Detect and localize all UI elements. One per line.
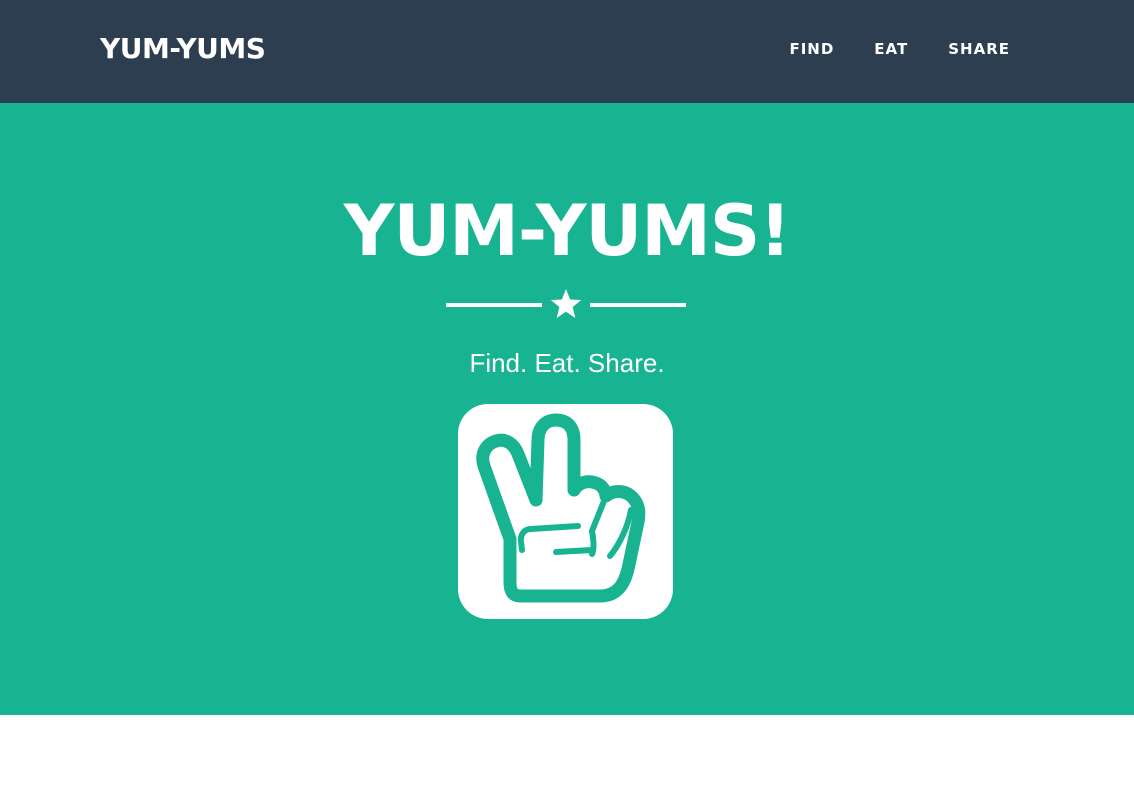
logo-tile — [458, 404, 673, 619]
nav-link-find[interactable]: FIND — [789, 38, 834, 60]
hero-tagline: Find. Eat. Share. — [469, 348, 665, 378]
page-bottom — [0, 715, 1134, 807]
brand-link[interactable]: YUM-YUMS — [100, 30, 266, 68]
peace-hand-icon — [476, 413, 646, 603]
star-icon — [550, 289, 582, 318]
nav-link-eat[interactable]: EAT — [874, 38, 908, 60]
nav-links: FIND EAT SHARE — [749, 38, 1010, 60]
hero-title: YUM-YUMS! — [343, 190, 791, 272]
nav-link-share[interactable]: SHARE — [948, 38, 1010, 60]
hero-section: YUM-YUMS! Find. Eat. Share. — [0, 103, 1134, 715]
navbar: YUM-YUMS FIND EAT SHARE — [0, 0, 1134, 103]
star-divider — [446, 288, 686, 320]
